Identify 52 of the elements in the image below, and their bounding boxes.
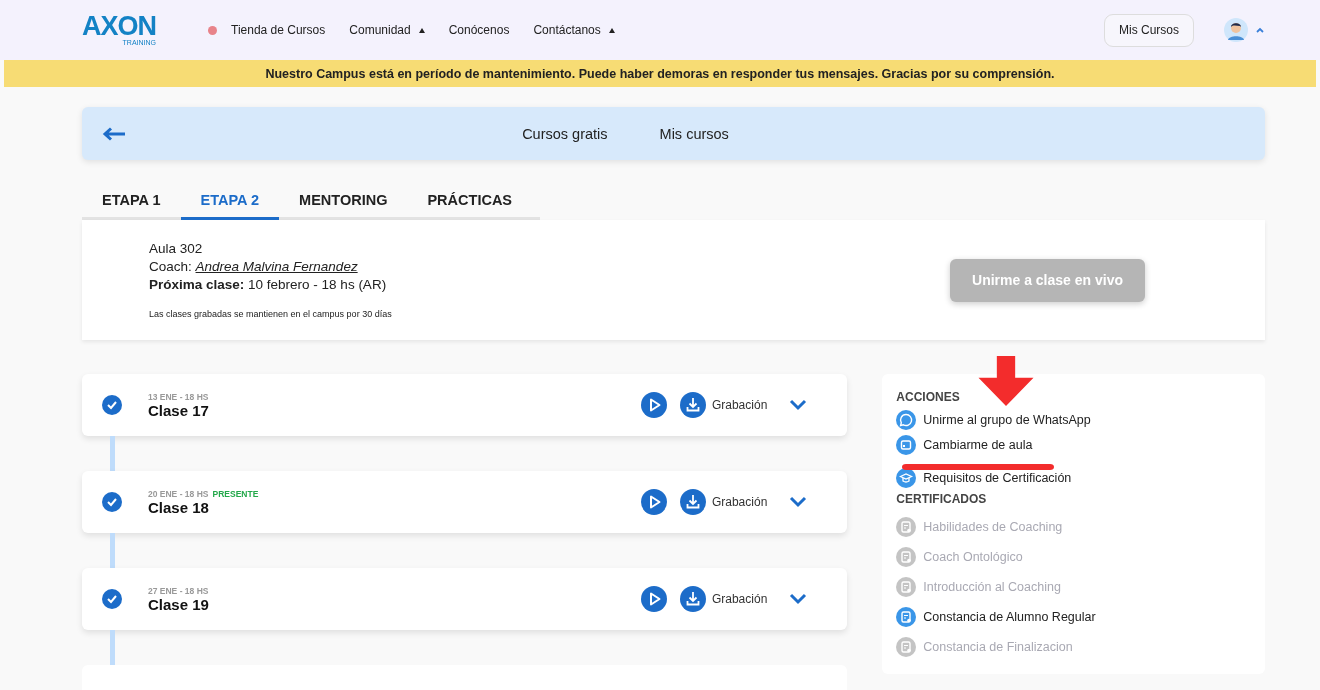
chat-bubble-icon xyxy=(896,410,917,431)
chevron-down-icon[interactable] xyxy=(789,593,808,605)
nav-link[interactable]: Comunidad xyxy=(349,23,425,37)
play-icon[interactable] xyxy=(640,392,667,418)
avatar-icon[interactable] xyxy=(1224,18,1248,42)
class-date: 27 ENE - 18 HS xyxy=(148,585,209,596)
class-title: Clase 17 xyxy=(148,401,210,419)
nav-link[interactable]: Contáctanos xyxy=(533,23,615,37)
my-courses-button[interactable]: Mis Cursos xyxy=(1104,13,1194,47)
action-link[interactable]: Unirme al grupo de WhatsApp xyxy=(896,410,1251,431)
class-title: Clase 19 xyxy=(148,595,210,613)
coach-label: Coach: xyxy=(149,259,192,274)
certificate-icon xyxy=(896,636,917,657)
action-link[interactable]: Cambiarme de aula xyxy=(896,434,1251,456)
chevron-down-icon[interactable] xyxy=(789,399,808,411)
caret-icon[interactable] xyxy=(1256,27,1264,33)
tab[interactable]: MENTORING xyxy=(279,186,408,220)
play-icon[interactable] xyxy=(640,489,667,515)
tab[interactable]: ETAPA 1 xyxy=(82,186,181,220)
recording-label[interactable]: Grabación xyxy=(711,398,768,412)
class-date: 13 ENE - 18 HS xyxy=(148,391,209,402)
certificate-icon xyxy=(896,516,917,537)
nav-link[interactable]: Conócenos xyxy=(448,23,510,37)
recordings-note: Las clases grabadas se mantienen en el campus por 30 días xyxy=(149,309,393,319)
certificate-link[interactable]: Constancia de Alumno Regular xyxy=(896,605,1251,628)
tab[interactable]: PRÁCTICAS xyxy=(407,186,533,220)
certificate-icon xyxy=(896,576,917,597)
section-title: CERTIFICADOS xyxy=(896,491,988,506)
annotation-arrow xyxy=(978,356,1035,406)
certificate-icon xyxy=(896,546,917,567)
subnav-link[interactable]: Cursos gratis xyxy=(522,125,608,142)
download-icon[interactable] xyxy=(679,586,706,612)
download-icon[interactable] xyxy=(679,392,706,418)
section-title: ACCIONES xyxy=(896,390,961,404)
maintenance-banner: Nuestro Campus está en período de mantenimiento. Puede haber demoras en responder tus mensajes. Gracias por su comprensión. xyxy=(4,60,1316,87)
next-class-text: Próxima clase: 10 febrero - 18 hs (AR) xyxy=(149,277,388,292)
back-arrow-icon[interactable] xyxy=(102,126,126,141)
calendar-icon xyxy=(896,434,917,455)
chevron-down-icon[interactable] xyxy=(789,496,808,508)
download-icon[interactable] xyxy=(679,489,706,515)
recording-label[interactable]: Grabación xyxy=(711,592,768,606)
logo[interactable]: AXON xyxy=(82,13,156,39)
class-date: 20 ENE - 18 HS xyxy=(148,488,209,499)
play-icon[interactable] xyxy=(640,586,667,612)
nav-link[interactable]: Tienda de Cursos xyxy=(208,23,326,37)
recording-label[interactable]: Grabación xyxy=(711,495,768,509)
subnav-link[interactable]: Mis cursos xyxy=(659,125,729,142)
attendance-status: PRESENTE xyxy=(212,488,259,499)
classroom-title: Aula 302 xyxy=(149,241,204,256)
class-title: Clase 18 xyxy=(148,498,210,516)
coach-link[interactable]: Andrea Malvina Fernandez xyxy=(195,259,358,274)
certificate-icon xyxy=(896,606,917,627)
